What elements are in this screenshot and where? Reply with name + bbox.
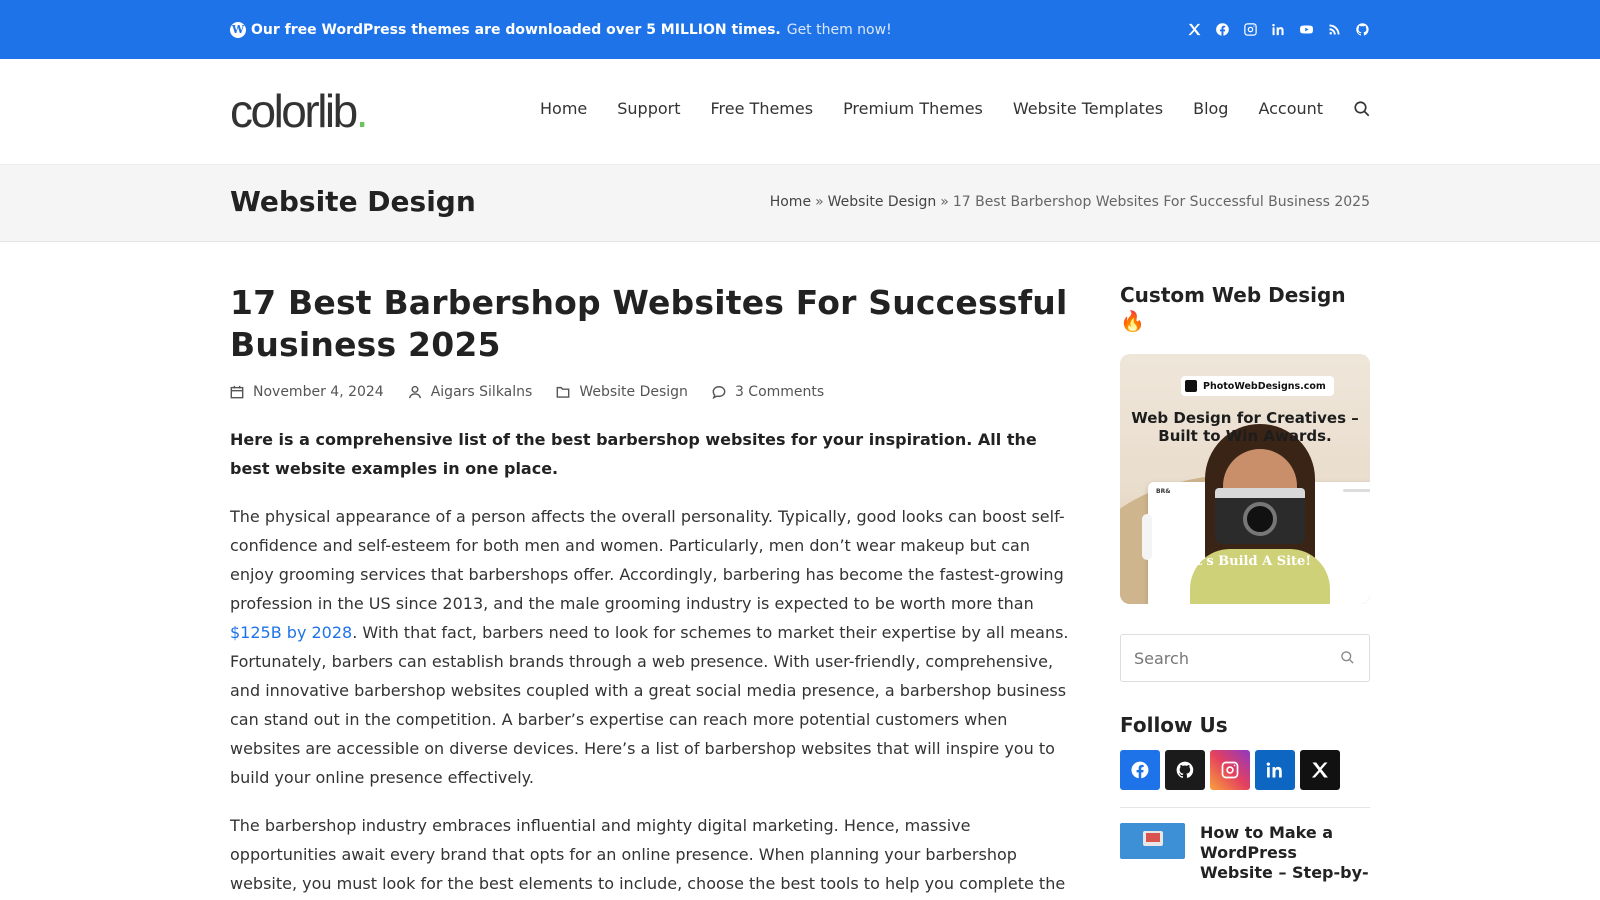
sidebar-post-title[interactable]: How to Make a WordPress Website – Step-b… bbox=[1200, 823, 1370, 883]
promo-link[interactable]: Get them now! bbox=[787, 22, 892, 38]
sidebar: Custom Web Design 🔥 BR& PhotoWebDesigns.… bbox=[1120, 282, 1370, 883]
ad-mock-logo: BR& bbox=[1156, 488, 1171, 495]
article-lead: Here is a comprehensive list of the best… bbox=[230, 430, 1037, 478]
post-thumbnail[interactable] bbox=[1120, 823, 1185, 859]
ad-mock-nav bbox=[1343, 489, 1370, 492]
x-icon[interactable] bbox=[1187, 22, 1202, 37]
page-title-band: Website Design Home» Website Design» 17 Be… bbox=[0, 165, 1600, 242]
logo-text: colorlib bbox=[230, 85, 358, 137]
nav-website-templates[interactable]: Website Templates bbox=[1013, 99, 1163, 118]
github-icon[interactable] bbox=[1355, 22, 1370, 37]
post-author-name: Aigars Silkalns bbox=[430, 384, 533, 400]
github-icon[interactable] bbox=[1165, 750, 1205, 790]
top-promo-bar: W Our free WordPress themes are download… bbox=[0, 0, 1600, 59]
search-icon[interactable] bbox=[1340, 650, 1356, 666]
article-title: 17 Best Barbershop Websites For Successf… bbox=[230, 283, 1068, 364]
sidebar-post-item[interactable]: How to Make a WordPress Website – Step-b… bbox=[1120, 823, 1370, 883]
linkedin-icon[interactable] bbox=[1271, 22, 1286, 37]
folder-icon bbox=[556, 386, 570, 398]
sidebar-divider bbox=[1120, 807, 1370, 808]
post-author[interactable]: Aigars Silkalns bbox=[408, 384, 533, 400]
wordpress-icon: W bbox=[230, 21, 246, 38]
user-icon bbox=[408, 385, 421, 399]
main-nav: Home Support Free Themes Premium Themes … bbox=[540, 99, 1371, 118]
camera-icon bbox=[1215, 488, 1305, 544]
nav-account[interactable]: Account bbox=[1258, 99, 1323, 118]
ad-brand-name: PhotoWebDesigns.com bbox=[1203, 380, 1326, 392]
custom-web-design-ad[interactable]: BR& PhotoWebDesigns.com Web Design for C… bbox=[1120, 354, 1370, 604]
nav-home[interactable]: Home bbox=[540, 99, 587, 118]
nav-support[interactable]: Support bbox=[617, 99, 680, 118]
nav-premium-themes[interactable]: Premium Themes bbox=[843, 99, 983, 118]
sidebar-ad-heading: Custom Web Design 🔥 bbox=[1120, 283, 1346, 333]
ad-cta: Let's Build A Site! bbox=[1178, 554, 1312, 569]
ad-headline: Web Design for Creatives – Built to Win … bbox=[1131, 409, 1359, 445]
article-paragraph: The physical appearance of a person affe… bbox=[230, 502, 1075, 792]
breadcrumb: Home» Website Design» 17 Best Barbershop W… bbox=[770, 194, 1370, 210]
linkedin-icon[interactable] bbox=[1255, 750, 1295, 790]
stat-link[interactable]: $125B by 2028 bbox=[230, 623, 352, 642]
promo-message: W Our free WordPress themes are download… bbox=[230, 21, 892, 38]
breadcrumb-separator: » bbox=[940, 194, 949, 210]
ad-brand-badge: PhotoWebDesigns.com bbox=[1181, 376, 1334, 396]
search-icon[interactable] bbox=[1353, 100, 1371, 118]
post-category-name: Website Design bbox=[579, 384, 688, 400]
search-input[interactable] bbox=[1121, 635, 1331, 681]
paragraph-text: The physical appearance of a person affe… bbox=[230, 507, 1065, 613]
page-title: Website Design bbox=[230, 185, 476, 218]
brand-logo-icon bbox=[1185, 380, 1197, 392]
breadcrumb-current: 17 Best Barbershop Websites For Successf… bbox=[952, 194, 1370, 210]
promo-text: Our free WordPress themes are downloaded… bbox=[251, 21, 781, 38]
post-comments-count: 3 Comments bbox=[734, 384, 825, 400]
instagram-icon[interactable] bbox=[1210, 750, 1250, 790]
facebook-icon[interactable] bbox=[1215, 22, 1230, 37]
nav-blog[interactable]: Blog bbox=[1193, 99, 1228, 118]
post-date-text: November 4, 2024 bbox=[253, 384, 384, 400]
post-comments[interactable]: 3 Comments bbox=[712, 384, 824, 400]
sidebar-search bbox=[1120, 634, 1370, 682]
facebook-icon[interactable] bbox=[1120, 750, 1160, 790]
site-header: colorlib. Home Support Free Themes Premi… bbox=[0, 59, 1600, 165]
follow-us-icons bbox=[1120, 750, 1370, 790]
comment-icon bbox=[712, 386, 726, 399]
x-icon[interactable] bbox=[1300, 750, 1340, 790]
article-paragraph: The barbershop industry embraces influen… bbox=[230, 816, 1066, 893]
rss-icon[interactable] bbox=[1327, 22, 1342, 37]
paragraph-text: . With that fact, barbers need to look f… bbox=[230, 623, 1069, 787]
post-meta: November 4, 2024 Aigars Silkalns Website… bbox=[230, 384, 1075, 400]
topbar-socials bbox=[1187, 22, 1370, 37]
nav-free-themes[interactable]: Free Themes bbox=[711, 99, 814, 118]
camera-lens bbox=[1243, 502, 1277, 536]
logo-dot: . bbox=[355, 85, 369, 137]
post-date: November 4, 2024 bbox=[230, 384, 384, 400]
article: 17 Best Barbershop Websites For Successf… bbox=[230, 282, 1075, 898]
follow-us-heading: Follow Us bbox=[1120, 713, 1228, 737]
breadcrumb-category[interactable]: Website Design bbox=[828, 194, 937, 210]
colorlib-logo[interactable]: colorlib. bbox=[230, 84, 369, 138]
breadcrumb-separator: » bbox=[815, 194, 824, 210]
instagram-icon[interactable] bbox=[1243, 22, 1258, 37]
youtube-icon[interactable] bbox=[1299, 22, 1314, 37]
calendar-icon bbox=[230, 385, 244, 399]
post-category[interactable]: Website Design bbox=[556, 384, 688, 400]
breadcrumb-home[interactable]: Home bbox=[770, 194, 811, 210]
